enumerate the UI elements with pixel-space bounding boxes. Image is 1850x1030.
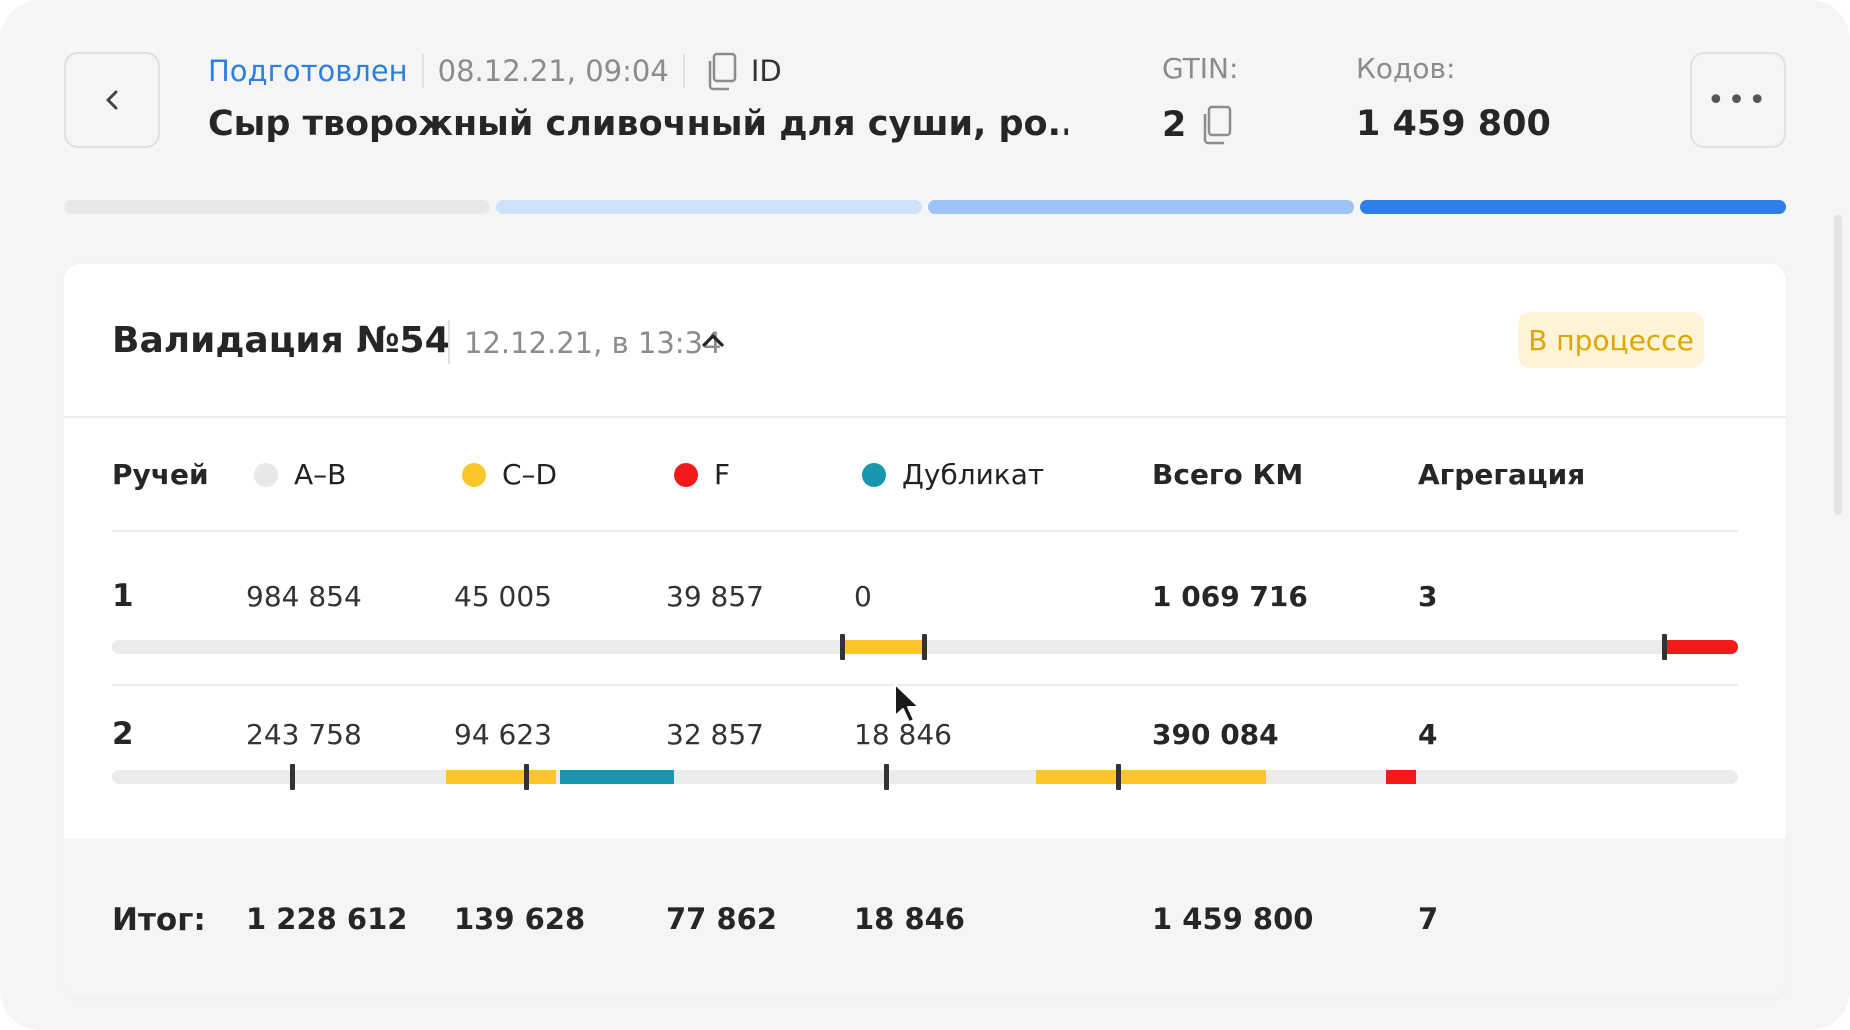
column-header-duplicate-label: Дубликат — [902, 458, 1045, 491]
progress-segment — [496, 200, 922, 214]
bar-segment-cd — [1036, 770, 1266, 784]
row-duplicate-value: 0 — [854, 580, 872, 613]
row-f-value: 39 857 — [666, 580, 764, 613]
stream-distribution-bar — [112, 764, 1738, 790]
batch-meta: Подготовлен 08.12.21, 09:04 ID — [208, 48, 782, 94]
batch-status-link[interactable]: Подготовлен — [208, 54, 408, 88]
product-title: Сыр творожный сливочный для суши, ро... — [208, 104, 1068, 144]
mouse-cursor-icon — [892, 682, 922, 730]
validation-date: 12.12.21, в 13:34 — [464, 326, 722, 360]
progress-segment — [928, 200, 1354, 214]
bar-segment-f — [1386, 770, 1416, 784]
row-aggregation-value: 3 — [1418, 580, 1438, 613]
divider — [112, 530, 1738, 532]
copy-icon[interactable] — [705, 51, 739, 91]
bar-marker — [1116, 764, 1121, 790]
divider — [64, 416, 1786, 418]
totals-f: 77 862 — [666, 902, 777, 936]
batch-progress — [64, 200, 1786, 216]
bar-segment-cd — [842, 640, 924, 654]
column-header-total: Всего КМ — [1152, 458, 1304, 491]
validation-status-badge: В процессе — [1518, 312, 1704, 368]
column-header-ab: A–B — [254, 458, 346, 491]
batch-date: 08.12.21, 09:04 — [437, 54, 669, 88]
bar-marker — [922, 634, 927, 660]
progress-segment — [1360, 200, 1786, 214]
totals-total: 1 459 800 — [1152, 902, 1314, 936]
row-ab-value: 984 854 — [246, 580, 362, 613]
codes-label: Кодов: — [1356, 52, 1456, 85]
legend-dot-ab — [254, 462, 278, 487]
legend-dot-cd — [462, 462, 486, 487]
row-total-value: 390 084 — [1152, 718, 1279, 751]
row-f-value: 32 857 — [666, 718, 764, 751]
column-header-f-label: F — [714, 458, 731, 491]
back-button[interactable] — [64, 52, 160, 148]
bar-marker — [524, 764, 529, 790]
divider — [112, 684, 1738, 686]
more-dots-icon: ••• — [1706, 82, 1770, 118]
gtin-value: 2 — [1162, 104, 1234, 146]
row-stream: 1 — [112, 578, 134, 614]
bar-marker — [884, 764, 889, 790]
column-header-duplicate: Дубликат — [862, 458, 1044, 491]
validation-card: Валидация №54 12.12.21, в 13:34 В процес… — [64, 264, 1786, 998]
bar-marker — [290, 764, 295, 790]
column-header-aggregation: Агрегация — [1418, 458, 1586, 491]
more-options-button[interactable]: ••• — [1690, 52, 1786, 148]
bar-marker — [1662, 634, 1667, 660]
bar-segment-cd — [446, 770, 556, 784]
divider — [682, 54, 685, 88]
legend-dot-duplicate — [862, 462, 886, 487]
totals-aggregation: 7 — [1418, 902, 1439, 936]
scrollbar[interactable] — [1834, 215, 1842, 515]
totals-label: Итог: — [112, 902, 206, 938]
divider — [448, 320, 450, 364]
bar-segment-duplicate — [560, 770, 674, 784]
collapse-toggle[interactable] — [700, 330, 726, 354]
row-stream: 2 — [112, 716, 134, 752]
totals-ab: 1 228 612 — [246, 902, 408, 936]
totals-duplicate: 18 846 — [854, 902, 965, 936]
legend-dot-f — [674, 462, 698, 487]
totals-row: Итог: 1 228 612 139 628 77 862 18 846 1 … — [64, 838, 1786, 998]
row-aggregation-value: 4 — [1418, 718, 1438, 751]
copy-icon[interactable] — [1200, 104, 1234, 146]
totals-cd: 139 628 — [454, 902, 586, 936]
gtin-label: GTIN: — [1162, 52, 1239, 85]
validation-title: Валидация №54 — [112, 320, 450, 361]
column-header-ab-label: A–B — [294, 458, 347, 491]
bar-segment-f — [1664, 640, 1738, 654]
column-header-stream: Ручей — [112, 458, 209, 491]
row-ab-value: 243 758 — [246, 718, 362, 751]
app-frame: Подготовлен 08.12.21, 09:04 ID Сыр творо… — [0, 0, 1850, 1030]
column-header-cd: C–D — [462, 458, 557, 491]
bar-marker — [840, 634, 845, 660]
row-cd-value: 94 623 — [454, 718, 552, 751]
codes-value: 1 459 800 — [1356, 104, 1551, 144]
progress-segment — [64, 200, 490, 214]
column-header-f: F — [674, 458, 730, 491]
batch-id-label[interactable]: ID — [751, 54, 782, 88]
row-total-value: 1 069 716 — [1152, 580, 1308, 613]
stream-distribution-bar — [112, 634, 1738, 660]
gtin-count: 2 — [1162, 105, 1187, 145]
column-header-cd-label: C–D — [502, 458, 558, 491]
divider — [421, 54, 424, 88]
chevron-up-icon — [702, 334, 724, 347]
chevron-left-icon — [106, 90, 118, 110]
row-cd-value: 45 005 — [454, 580, 552, 613]
